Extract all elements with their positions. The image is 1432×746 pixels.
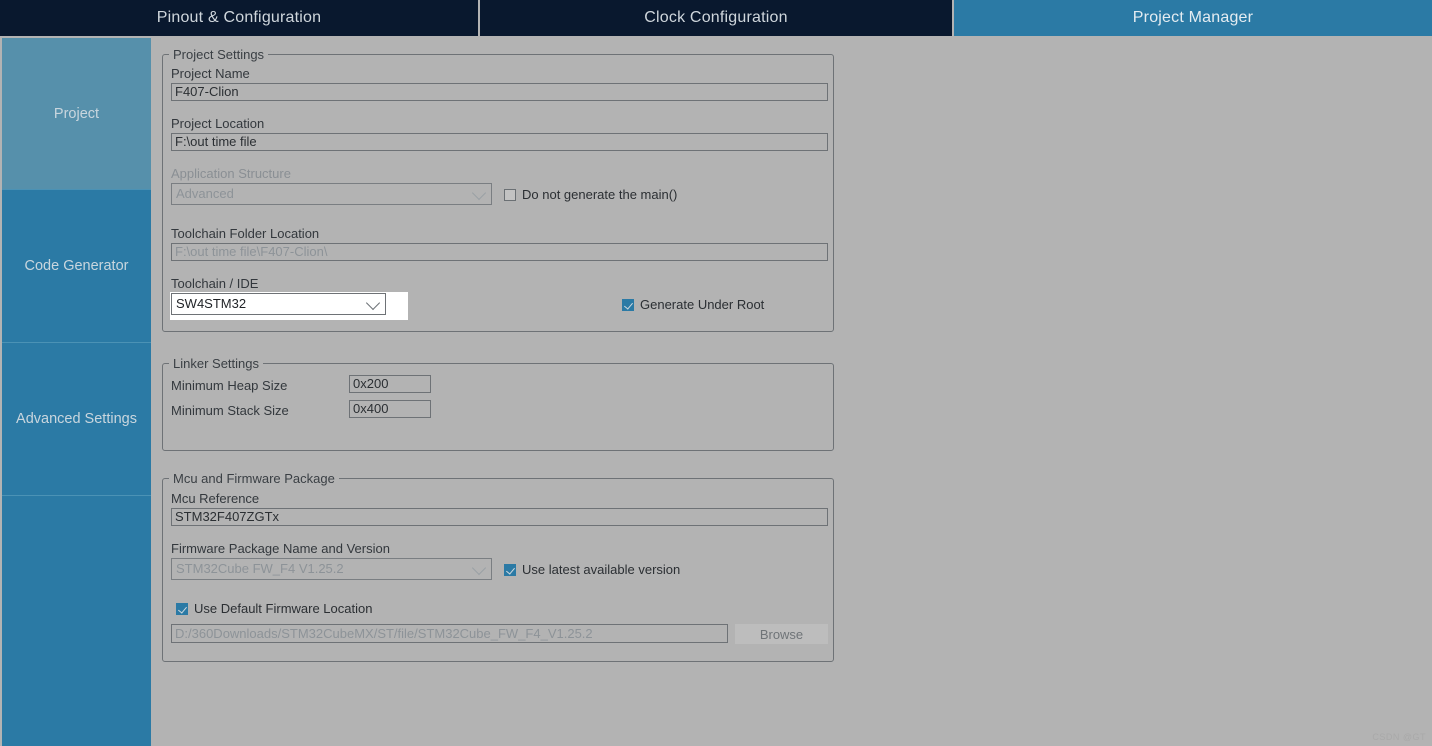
linker-settings-legend: Linker Settings <box>169 356 263 371</box>
csdn-watermark: CSDN @GT <box>1372 732 1426 742</box>
tab-label: Project Manager <box>1132 9 1254 26</box>
sidebar-item-label: Advanced Settings <box>16 411 137 427</box>
sidebar-item-empty <box>2 496 151 746</box>
application-structure-label: Application Structure <box>171 166 291 181</box>
toolchain-ide-label: Toolchain / IDE <box>171 276 259 291</box>
generate-under-root-checkbox[interactable]: Generate Under Root <box>622 297 764 312</box>
toolchain-folder-label: Toolchain Folder Location <box>171 226 320 241</box>
sidebar-item-advanced-settings[interactable]: Advanced Settings <box>2 343 151 496</box>
linker-settings-group: Linker Settings Minimum Heap Size 0x200 … <box>162 356 834 451</box>
application-structure-value: Advanced <box>176 186 234 201</box>
chevron-down-icon <box>471 560 487 576</box>
checkbox-box-icon <box>504 188 516 201</box>
checkbox-checked-icon <box>176 602 188 615</box>
chevron-down-icon <box>365 295 381 311</box>
project-manager-content: Project Settings Project Name F407-Clion… <box>151 38 1432 746</box>
do-not-generate-main-label: Do not generate the main() <box>522 187 678 202</box>
tab-pinout-configuration[interactable]: Pinout & Configuration <box>0 0 480 36</box>
checkbox-checked-icon <box>622 298 634 311</box>
project-name-label: Project Name <box>171 66 250 81</box>
mcu-reference-input[interactable]: STM32F407ZGTx <box>171 508 828 526</box>
project-settings-group: Project Settings Project Name F407-Clion… <box>162 47 834 332</box>
project-location-input[interactable]: F:\out time file <box>171 133 828 151</box>
minimum-heap-size-label: Minimum Heap Size <box>171 378 288 393</box>
project-manager-sidebar: Project Code Generator Advanced Settings <box>2 38 151 746</box>
do-not-generate-main-checkbox[interactable]: Do not generate the main() <box>504 187 677 202</box>
toolchain-folder-input: F:\out time file\F407-Clion\ <box>171 243 828 261</box>
tab-clock-configuration[interactable]: Clock Configuration <box>480 0 954 36</box>
application-structure-select[interactable]: Advanced <box>171 183 492 205</box>
chevron-down-icon <box>471 185 487 201</box>
minimum-stack-size-label: Minimum Stack Size <box>171 403 289 418</box>
minimum-heap-size-input[interactable]: 0x200 <box>349 375 431 393</box>
firmware-package-label: Firmware Package Name and Version <box>171 541 390 556</box>
project-location-label: Project Location <box>171 116 265 131</box>
mcu-firmware-legend: Mcu and Firmware Package <box>169 471 339 486</box>
sidebar-item-code-generator[interactable]: Code Generator <box>2 190 151 343</box>
mcu-reference-label: Mcu Reference <box>171 491 260 506</box>
use-latest-version-checkbox[interactable]: Use latest available version <box>504 562 680 577</box>
tab-project-manager[interactable]: Project Manager <box>954 0 1432 36</box>
use-latest-version-label: Use latest available version <box>522 562 681 577</box>
toolchain-ide-select[interactable]: SW4STM32 <box>171 293 386 315</box>
checkbox-checked-icon <box>504 563 516 576</box>
sidebar-item-label: Code Generator <box>24 258 129 274</box>
sidebar-item-project[interactable]: Project <box>2 38 151 190</box>
mcu-firmware-package-group: Mcu and Firmware Package Mcu Reference S… <box>162 471 834 662</box>
firmware-location-input: D:/360Downloads/STM32CubeMX/ST/file/STM3… <box>171 624 728 643</box>
tab-label: Pinout & Configuration <box>156 9 322 26</box>
project-settings-legend: Project Settings <box>169 47 269 62</box>
project-name-input[interactable]: F407-Clion <box>171 83 828 101</box>
firmware-package-select[interactable]: STM32Cube FW_F4 V1.25.2 <box>171 558 492 580</box>
use-default-firmware-location-checkbox[interactable]: Use Default Firmware Location <box>176 601 372 616</box>
minimum-stack-size-input[interactable]: 0x400 <box>349 400 431 418</box>
browse-button[interactable]: Browse <box>735 624 828 644</box>
use-default-firmware-location-label: Use Default Firmware Location <box>194 601 373 616</box>
sidebar-item-label: Project <box>53 105 100 122</box>
main-tab-bar: Pinout & Configuration Clock Configurati… <box>0 0 1432 36</box>
firmware-package-value: STM32Cube FW_F4 V1.25.2 <box>176 561 344 576</box>
tab-label: Clock Configuration <box>644 9 788 26</box>
toolchain-ide-value: SW4STM32 <box>176 296 247 311</box>
generate-under-root-label: Generate Under Root <box>640 297 765 312</box>
